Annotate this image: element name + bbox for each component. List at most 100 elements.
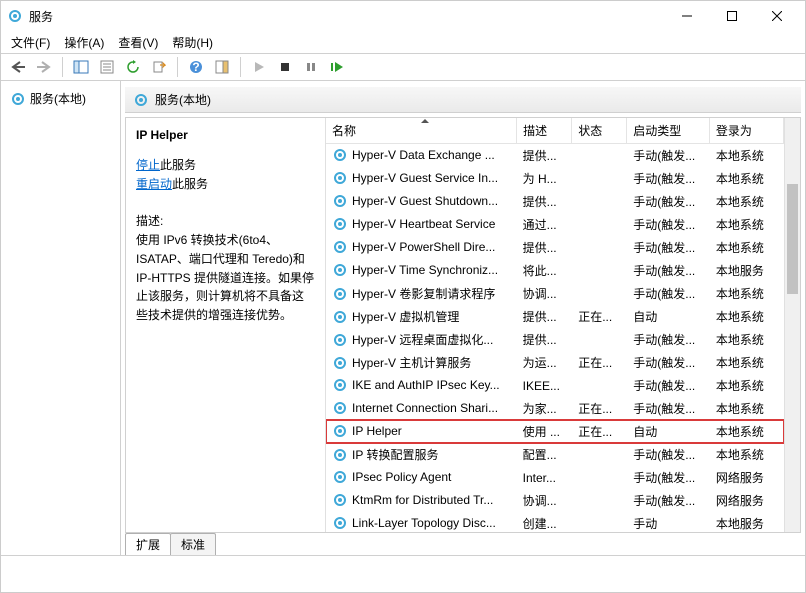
service-startup: 手动(触发... [627,282,710,305]
service-startup: 手动(触发... [627,167,710,190]
minimize-button[interactable] [664,1,709,31]
gear-icon [332,447,348,463]
service-row[interactable]: KtmRm for Distributed Tr...协调...手动(触发...… [326,489,784,512]
view-tabs: 扩展 标准 [125,533,801,555]
menu-file[interactable]: 文件(F) [11,34,50,51]
tree-pane: 服务(本地) [1,81,121,555]
gear-icon [332,147,348,163]
scrollbar-thumb[interactable] [787,184,798,294]
service-name: Hyper-V Time Synchroniz... [352,263,498,277]
service-row[interactable]: Hyper-V Heartbeat Service通过...手动(触发...本地… [326,213,784,236]
service-startup: 手动(触发... [627,397,710,420]
description-text: 使用 IPv6 转换技术(6to4、ISATAP、端口代理和 Teredo)和 … [136,231,315,324]
tree-services-local[interactable]: 服务(本地) [5,87,116,110]
service-row[interactable]: Hyper-V 卷影复制请求程序 协调... 手动(触发...本地系统 [326,282,784,305]
stop-service-button[interactable] [274,56,296,78]
service-row[interactable]: Hyper-V Guest Shutdown...提供...手动(触发...本地… [326,190,784,213]
service-desc: 协调... [517,282,572,305]
service-name: Hyper-V PowerShell Dire... [352,240,495,254]
gear-icon [332,216,348,232]
pause-service-button[interactable] [300,56,322,78]
service-row[interactable]: Hyper-V Data Exchange ...提供...手动(触发...本地… [326,144,784,168]
service-desc: 提供... [517,236,572,259]
service-row[interactable]: Link-Layer Topology Disc...创建...手动本地服务 [326,512,784,532]
col-status[interactable]: 状态 [572,118,627,144]
service-row[interactable]: IP 转换配置服务配置...手动(触发...本地系统 [326,443,784,466]
service-status [572,213,627,236]
service-status: 正在... [572,351,627,374]
vertical-scrollbar[interactable] [784,118,800,532]
col-desc[interactable]: 描述 [517,118,572,144]
refresh-button[interactable] [122,56,144,78]
service-row[interactable]: Hyper-V Guest Service In...为 H...手动(触发..… [326,167,784,190]
service-logon: 本地系统 [709,236,783,259]
service-status [572,374,627,397]
service-row[interactable]: IP Helper使用 ...正在...自动本地系统 [326,420,784,443]
gear-icon [332,286,348,302]
service-logon: 本地系统 [709,374,783,397]
service-startup: 手动(触发... [627,259,710,282]
service-startup: 手动 [627,512,710,532]
service-logon: 本地系统 [709,167,783,190]
title-bar: 服务 [1,1,805,31]
status-bar [1,555,805,577]
menu-help[interactable]: 帮助(H) [172,34,213,51]
tab-extended[interactable]: 扩展 [125,533,171,555]
service-row[interactable]: IKE and AuthIP IPsec Key...IKEE...手动(触发.… [326,374,784,397]
service-logon: 网络服务 [709,489,783,512]
service-logon: 本地系统 [709,397,783,420]
service-logon: 本地系统 [709,282,783,305]
service-logon: 本地服务 [709,259,783,282]
toolbar: ? [1,53,805,81]
show-hide-tree-button[interactable] [70,56,92,78]
col-logon[interactable]: 登录为 [709,118,783,144]
service-status [572,466,627,489]
maximize-button[interactable] [709,1,754,31]
gear-icon [332,170,348,186]
service-status: 正在... [572,397,627,420]
service-startup: 手动(触发... [627,190,710,213]
service-name: Hyper-V Data Exchange ... [352,148,495,162]
stop-link[interactable]: 停止 [136,158,160,172]
action-pane-button[interactable] [211,56,233,78]
service-desc: 为家... [517,397,572,420]
svg-text:?: ? [192,60,199,74]
col-startup[interactable]: 启动类型 [627,118,710,144]
tab-standard[interactable]: 标准 [170,533,216,555]
service-status [572,236,627,259]
restart-link[interactable]: 重启动 [136,177,172,191]
service-logon: 本地系统 [709,213,783,236]
service-name: Hyper-V 卷影复制请求程序 [352,285,495,302]
start-service-button[interactable] [248,56,270,78]
service-name: Hyper-V Guest Shutdown... [352,194,498,208]
service-row[interactable]: Hyper-V Time Synchroniz...将此...手动(触发...本… [326,259,784,282]
service-row[interactable]: Hyper-V 虚拟机管理提供...正在...自动本地系统 [326,305,784,328]
service-list[interactable]: 名称 描述 状态 启动类型 登录为 Hyper-V Data Exchange … [326,118,784,532]
content-header-title: 服务(本地) [155,91,211,108]
gear-icon [332,400,348,416]
service-startup: 手动(触发... [627,213,710,236]
forward-button[interactable] [33,56,55,78]
menu-view[interactable]: 查看(V) [118,34,158,51]
service-row[interactable]: IPsec Policy AgentInter...手动(触发...网络服务 [326,466,784,489]
service-logon: 本地服务 [709,512,783,532]
service-row[interactable]: Internet Connection Shari... 为家...正在...手动… [326,397,784,420]
properties-button[interactable] [96,56,118,78]
back-button[interactable] [7,56,29,78]
close-button[interactable] [754,1,799,31]
menu-action[interactable]: 操作(A) [64,34,104,51]
service-row[interactable]: Hyper-V PowerShell Dire... 提供... 手动(触发...本… [326,236,784,259]
service-desc: 提供... [517,144,572,168]
service-desc: 为运... [517,351,572,374]
col-name[interactable]: 名称 [326,118,517,144]
service-desc: IKEE... [517,374,572,397]
service-row[interactable]: Hyper-V 主机计算服务为运...正在...手动(触发...本地系统 [326,351,784,374]
restart-service-button[interactable] [326,56,348,78]
help-button[interactable]: ? [185,56,207,78]
service-startup: 手动(触发... [627,236,710,259]
service-name: Internet Connection Shari... [352,401,498,415]
export-button[interactable] [148,56,170,78]
service-row[interactable]: Hyper-V 远程桌面虚拟化...提供...手动(触发...本地系统 [326,328,784,351]
services-icon [10,91,26,107]
service-logon: 本地系统 [709,190,783,213]
